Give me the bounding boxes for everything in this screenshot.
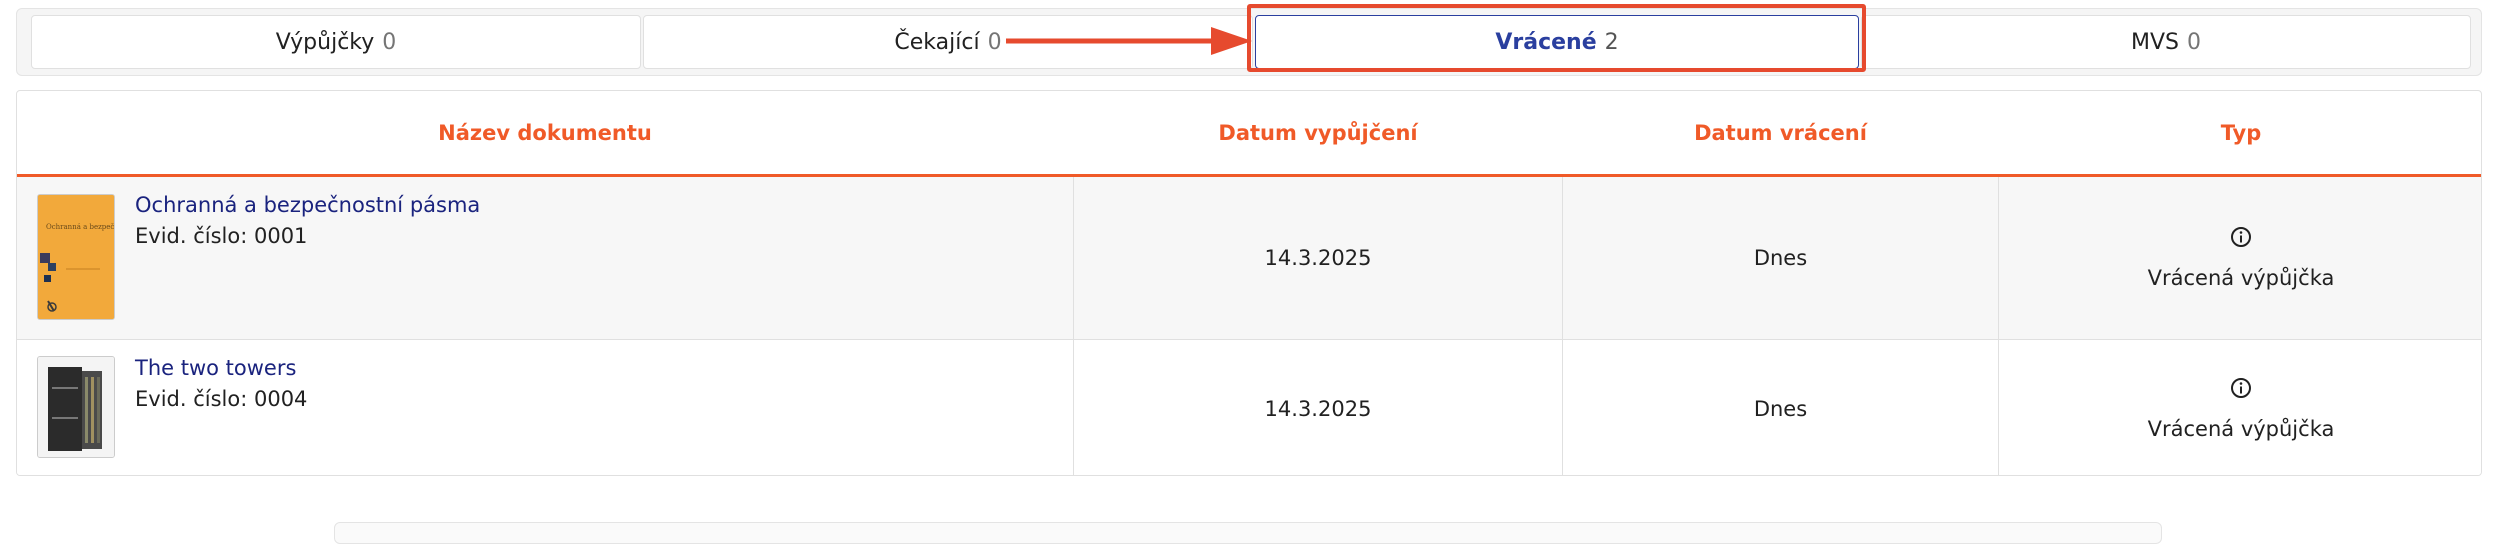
table-row: The two towers Evid. číslo: 0004 14.3.20…	[17, 340, 2481, 475]
returned-date: Dnes	[1753, 396, 1808, 421]
document-title-link[interactable]: The two towers	[135, 356, 296, 380]
book-cover-art: Ochranná a bezpečnostní pásma	[38, 195, 115, 319]
header-nazev[interactable]: Název dokumentu	[17, 91, 1073, 174]
book-cover-image: Ochranná a bezpečnostní pásma	[37, 194, 115, 320]
tab-count: 0	[987, 29, 1002, 55]
book-boxset-art	[38, 357, 114, 457]
loan-type-cell: Vrácená výpůjčka	[1999, 340, 2481, 475]
tab-label: Vrácené	[1495, 29, 1597, 55]
tab-cekajici[interactable]: Čekající 0	[643, 15, 1253, 69]
tab-label: Čekající	[894, 29, 980, 55]
header-typ[interactable]: Typ	[1999, 91, 2481, 174]
loan-type-label: Vrácená výpůjčka	[2147, 416, 2335, 441]
borrowed-date: 14.3.2025	[1264, 246, 1372, 270]
book-cover-image	[37, 356, 115, 458]
pagination-bar	[334, 522, 2162, 544]
tab-count: 2	[1604, 29, 1619, 55]
loan-type-cell: Vrácená výpůjčka	[1999, 177, 2481, 339]
borrowed-date: 14.3.2025	[1264, 396, 1372, 421]
tab-mvs[interactable]: MVS 0	[1861, 15, 2471, 69]
tab-count: 0	[382, 29, 397, 55]
header-datum-vypujceni[interactable]: Datum vypůjčení	[1074, 91, 1562, 174]
header-datum-vraceni[interactable]: Datum vrácení	[1563, 91, 1998, 174]
tab-bar: Výpůjčky 0 Čekající 0 Vrácené 2 MVS 0	[16, 8, 2482, 76]
table-row: Ochranná a bezpečnostní pásma Ochranná a…	[17, 177, 2481, 340]
returned-date: Dnes	[1753, 246, 1808, 270]
tab-vypujcky[interactable]: Výpůjčky 0	[31, 15, 641, 69]
loan-type-label: Vrácená výpůjčka	[2147, 266, 2335, 290]
table-header: Název dokumentu Datum vypůjčení Datum vr…	[17, 91, 2481, 177]
evid-number: Evid. číslo: 0004	[135, 387, 308, 411]
returned-loans-table: Název dokumentu Datum vypůjčení Datum vr…	[16, 90, 2482, 476]
tab-count: 0	[2187, 29, 2201, 55]
tab-label: MVS	[2131, 29, 2179, 55]
info-circle-icon	[2231, 227, 2251, 247]
tab-vracene[interactable]: Vrácené 2	[1255, 15, 1859, 69]
tab-label: Výpůjčky	[275, 29, 375, 55]
evid-number: Evid. číslo: 0001	[135, 224, 308, 248]
info-circle-icon	[2231, 377, 2251, 398]
document-title-link[interactable]: Ochranná a bezpečnostní pásma	[135, 193, 480, 217]
cover-title-text: Ochranná a bezpečnostní pásma	[46, 223, 115, 231]
